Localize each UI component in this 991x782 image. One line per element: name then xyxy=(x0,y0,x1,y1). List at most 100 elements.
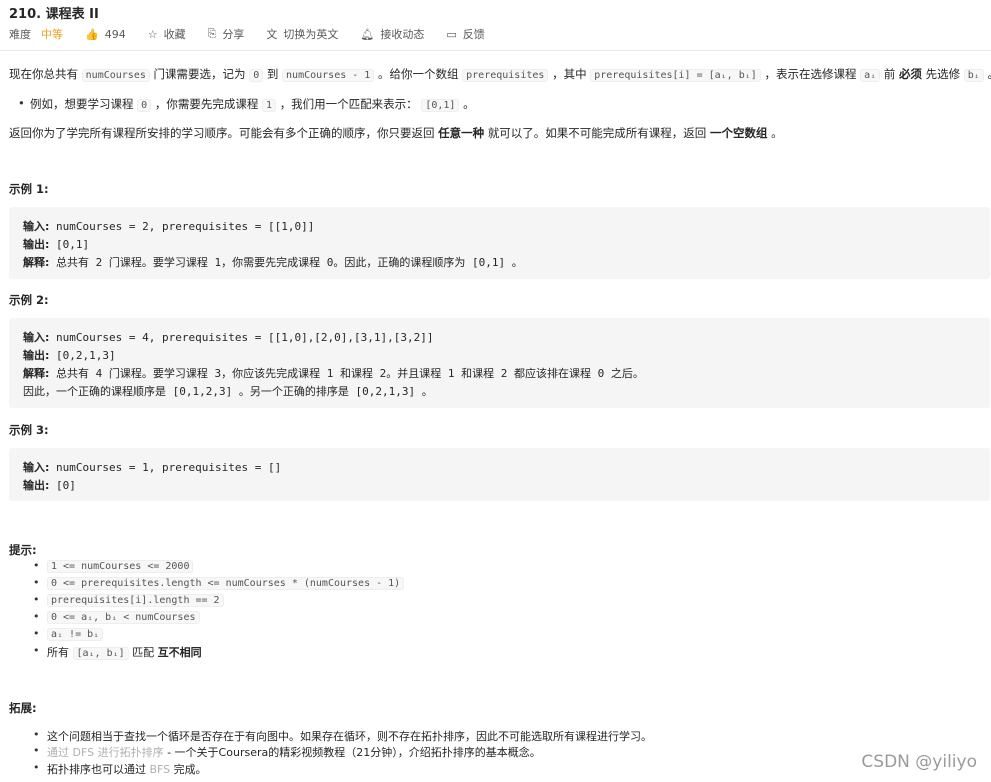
share-icon: ⎘ xyxy=(207,27,217,40)
translate-icon: 文 xyxy=(266,28,278,41)
example-explain-line: 解释: 总共有 2 门课程。要学习课程 1，你需要先完成课程 0。因此，正确的课… xyxy=(23,254,523,270)
hint-item: aᵢ != bᵢ xyxy=(33,627,104,641)
code: prerequisites xyxy=(462,69,549,82)
watermark: CSDN @yiliyo xyxy=(861,752,977,772)
text: 所有 xyxy=(47,646,69,659)
example-input-line: 输入: numCourses = 1, prerequisites = [] xyxy=(23,459,281,475)
code: 1 <= numCourses <= 2000 xyxy=(47,560,194,573)
output-label: 输出: xyxy=(23,479,50,492)
text: 匹配 xyxy=(132,646,155,659)
extension-item: 通过 DFS 进行拓扑排序 - 一个关于Coursera的精彩视频教程（21分钟… xyxy=(33,744,541,760)
explain-label: 解释: xyxy=(23,367,50,380)
text: ，其中 xyxy=(552,67,587,81)
favorite-label: 收藏 xyxy=(163,28,186,41)
share-button[interactable]: ⎘ 分享 xyxy=(208,26,245,42)
code: aᵢ xyxy=(860,69,881,82)
code: bᵢ xyxy=(963,69,984,82)
thumbs-up-icon: 👍 xyxy=(85,27,99,41)
description-paragraph-1: 现在你总共有 numCourses 门课需要选，记为 0 到 numCourse… xyxy=(9,66,991,82)
feedback-label: 反馈 xyxy=(462,28,485,41)
hint-item: 所有 [aᵢ, bᵢ] 匹配 互不相同 xyxy=(33,644,202,660)
text: ，你需要先完成课程 xyxy=(154,97,259,111)
description-bullet: 例如，想要学习课程 0 ，你需要先完成课程 1 ，我们用一个匹配来表示： [0,… xyxy=(18,96,475,112)
text: 例如，想要学习课程 xyxy=(30,97,134,111)
star-icon: ☆ xyxy=(147,27,158,41)
example-3-block: 输入: numCourses = 1, prerequisites = [] 输… xyxy=(9,448,990,501)
extension-heading: 拓展: xyxy=(9,701,37,715)
code: numCourses xyxy=(81,69,150,82)
favorite-button[interactable]: ☆ 收藏 xyxy=(148,26,186,42)
problem-title: 210. 课程表 II xyxy=(9,7,99,22)
output-value: [0] xyxy=(56,479,76,492)
like-button[interactable]: 👍 494 xyxy=(85,28,126,41)
translate-button[interactable]: 文 切换为英文 xyxy=(266,26,338,42)
problem-meta-bar: 难度 中等 👍 494 ☆ 收藏 ⎘ 分享 文 切换为英文 🔔︎ 接收动态 ▭ … xyxy=(9,26,507,42)
code: 0 <= prerequisites.length <= numCourses … xyxy=(47,577,405,590)
text: 到 xyxy=(266,67,279,81)
code: [0,1] xyxy=(421,99,460,112)
difficulty: 难度 中等 xyxy=(9,26,63,42)
feedback-button[interactable]: ▭ 反馈 xyxy=(446,26,484,42)
dfs-link[interactable]: 通过 DFS 进行拓扑排序 xyxy=(47,746,164,759)
hint-item: prerequisites[i].length == 2 xyxy=(33,593,224,607)
code: 0 <= aᵢ, bᵢ < numCourses xyxy=(47,611,200,624)
output-value: [0,1] xyxy=(56,238,90,251)
code: prerequisites[i].length == 2 xyxy=(47,594,224,607)
text: 现在你总共有 xyxy=(9,67,78,81)
subscribe-button[interactable]: 🔔︎ 接收动态 xyxy=(360,26,424,42)
example-input-line: 输入: numCourses = 2, prerequisites = [[1,… xyxy=(23,218,314,234)
hint-item: 0 <= aᵢ, bᵢ < numCourses xyxy=(33,610,200,624)
text: 门课需要选，记为 xyxy=(153,67,246,81)
header-divider xyxy=(0,50,991,51)
difficulty-label: 难度 xyxy=(9,28,31,41)
code: prerequisites[i] = [aᵢ, bᵢ] xyxy=(590,69,761,82)
example-output-line: 输出: [0,2,1,3] xyxy=(23,347,116,363)
extension-item: 这个问题相当于查找一个循环是否存在于有向图中。如果存在循环，则不存在拓扑排序，因… xyxy=(33,728,652,744)
text: ，我们用一个匹配来表示： xyxy=(279,97,418,111)
example-2-block: 输入: numCourses = 4, prerequisites = [[1,… xyxy=(9,318,990,408)
code: aᵢ != bᵢ xyxy=(47,628,104,641)
example-input-line: 输入: numCourses = 4, prerequisites = [[1,… xyxy=(23,329,434,345)
code: 1 xyxy=(262,99,277,112)
text: 就可以了。如果不可能完成所有课程，返回 xyxy=(487,126,707,140)
bell-icon: 🔔︎ xyxy=(360,27,375,41)
text: 拓扑排序也可以通过 xyxy=(47,763,146,776)
bold-text: 互不相同 xyxy=(157,646,202,659)
example-2-heading: 示例 2: xyxy=(9,293,49,307)
text: - 一个关于Coursera的精彩视频教程（21分钟），介绍拓扑排序的基本概念。 xyxy=(163,746,541,759)
input-label: 输入: xyxy=(23,461,50,474)
input-label: 输入: xyxy=(23,220,50,233)
hints-heading: 提示: xyxy=(9,543,37,557)
code: 0 xyxy=(137,99,152,112)
text: 。 xyxy=(463,97,475,111)
extension-item: 拓扑排序也可以通过 BFS 完成。 xyxy=(33,761,207,777)
input-value: numCourses = 2, prerequisites = [[1,0]] xyxy=(56,220,315,233)
text: 先选修 xyxy=(925,67,961,81)
input-label: 输入: xyxy=(23,331,50,344)
bold-text: 必须 xyxy=(898,67,922,81)
code: numCourses - 1 xyxy=(282,69,375,82)
text: 返回你为了学完所有课程所安排的学习顺序。可能会有多个正确的顺序，你只要返回 xyxy=(9,126,435,140)
description-paragraph-2: 返回你为了学完所有课程所安排的学习顺序。可能会有多个正确的顺序，你只要返回 任意… xyxy=(9,125,783,141)
text: ，表示在选修课程 xyxy=(764,67,857,81)
example-output-line: 输出: [0,1] xyxy=(23,236,89,252)
bold-text: 一个空数组 xyxy=(709,126,768,140)
bfs-link[interactable]: BFS xyxy=(150,763,171,776)
share-label: 分享 xyxy=(222,28,245,41)
difficulty-value: 中等 xyxy=(41,28,63,41)
code: [aᵢ, bᵢ] xyxy=(72,647,129,660)
example-explain-line: 解释: 总共有 4 门课程。要学习课程 3，你应该先完成课程 1 和课程 2。并… xyxy=(23,365,644,381)
input-value: numCourses = 1, prerequisites = [] xyxy=(56,461,282,474)
subscribe-label: 接收动态 xyxy=(380,28,425,41)
text: 前 xyxy=(883,67,896,81)
explain-value: 总共有 2 门课程。要学习课程 1，你需要先完成课程 0。因此，正确的课程顺序为… xyxy=(56,256,523,269)
input-value: numCourses = 4, prerequisites = [[1,0],[… xyxy=(56,331,434,344)
translate-label: 切换为英文 xyxy=(283,28,339,41)
example-1-heading: 示例 1: xyxy=(9,182,49,196)
hint-item: 1 <= numCourses <= 2000 xyxy=(33,559,194,573)
bold-text: 任意一种 xyxy=(438,126,485,140)
text: 完成。 xyxy=(173,763,207,776)
example-output-line: 输出: [0] xyxy=(23,477,76,493)
text: 。给你一个数组 xyxy=(377,67,459,81)
example-3-heading: 示例 3: xyxy=(9,423,49,437)
